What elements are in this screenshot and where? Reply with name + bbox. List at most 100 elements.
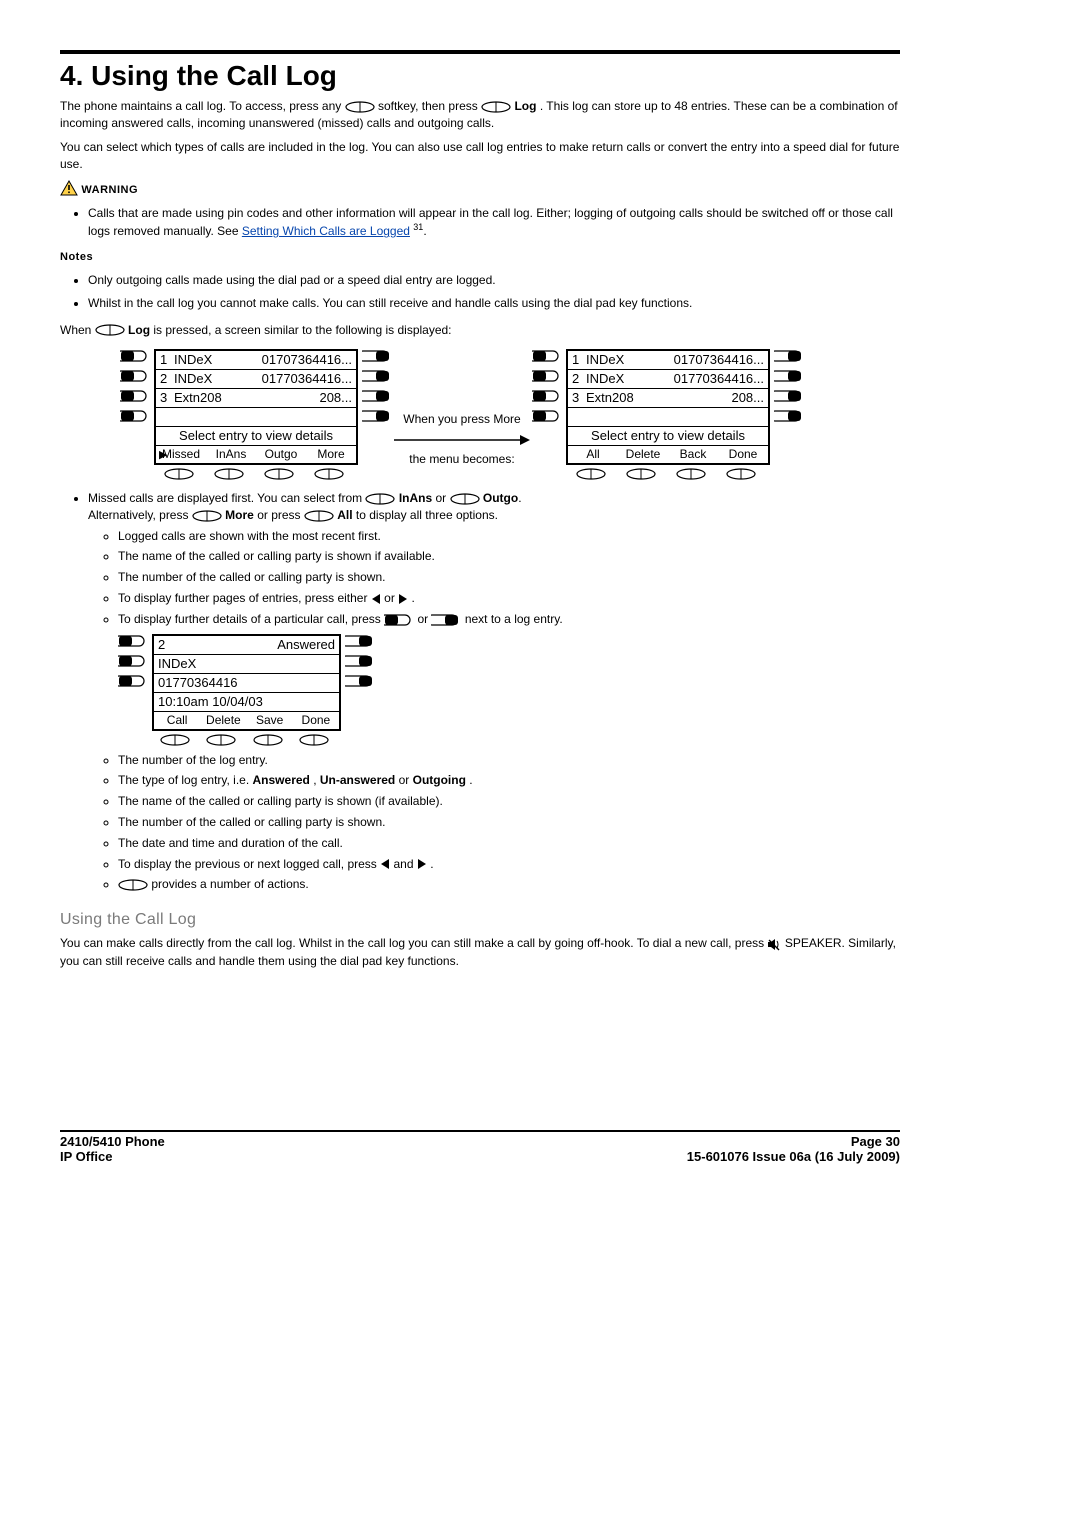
- notes-label: Notes: [60, 250, 900, 266]
- text: To display the previous or next logged c…: [118, 857, 380, 871]
- text: Un-answered: [320, 773, 395, 787]
- footer-left-2: IP Office: [60, 1149, 165, 1164]
- line-key-icon: [362, 410, 392, 422]
- page-ref: 31: [413, 222, 423, 232]
- speaker-icon: [767, 938, 781, 951]
- note-item: Whilst in the call log you cannot make c…: [88, 295, 900, 312]
- line-key-icon: [532, 350, 562, 362]
- row-number: 208...: [222, 390, 352, 406]
- right-arrow-icon: [417, 858, 427, 870]
- phone-screen-b: 1INDeX01707364416... 2INDeX01770364416..…: [566, 349, 770, 465]
- row-number: 01707364416...: [624, 352, 764, 368]
- line-key-icon: [120, 370, 150, 382]
- phone-screen-a: 1INDeX01707364416... 2INDeX01770364416..…: [154, 349, 358, 465]
- line-key-icon: [774, 410, 804, 422]
- footer-right-1: Page 30: [687, 1134, 900, 1149]
- line-key-icon: [532, 410, 562, 422]
- text: To display further details of a particul…: [118, 612, 384, 626]
- link-setting-which-calls[interactable]: Setting Which Calls are Logged: [242, 224, 410, 238]
- line-key-icon: [118, 675, 148, 687]
- line-key-icon: [118, 655, 148, 667]
- text: ,: [313, 773, 320, 787]
- softkey-label: Delete: [618, 446, 668, 463]
- list-item: The name of the called or calling party …: [118, 793, 900, 810]
- softkey-label: Done: [718, 446, 768, 463]
- heading-rule: [60, 50, 900, 54]
- list-item: Missed calls are displayed first. You ca…: [88, 490, 900, 893]
- row-number: 01770364416...: [212, 371, 352, 387]
- row-number: 01770364416...: [624, 371, 764, 387]
- text: .: [430, 857, 433, 871]
- text: is pressed, a screen similar to the foll…: [153, 323, 451, 337]
- warning-icon: [60, 180, 78, 196]
- row-name: Extn208: [174, 390, 222, 406]
- text: .: [518, 491, 521, 505]
- row-name: INDeX: [586, 371, 624, 387]
- softkey-label: More: [306, 446, 356, 463]
- list-item: To display further pages of entries, pre…: [118, 590, 900, 607]
- row-num: 1: [572, 352, 586, 368]
- text: .: [412, 591, 415, 605]
- softkey-icon: [211, 468, 247, 480]
- row-num: 3: [160, 390, 174, 406]
- softkey-label: Delete: [200, 712, 246, 729]
- line-key-icon: [384, 614, 414, 626]
- softkey-icon: [304, 510, 334, 522]
- list-item: The number of the called or calling part…: [118, 569, 900, 586]
- left-arrow-icon: [371, 593, 381, 605]
- line-key-icon: [774, 370, 804, 382]
- line-key-icon: [774, 390, 804, 402]
- softkey-icon: [450, 493, 480, 505]
- text: .: [469, 773, 472, 787]
- softkey-icon: [157, 734, 193, 746]
- subheading: Using the Call Log: [60, 911, 900, 929]
- text: or: [417, 612, 431, 626]
- line-key-icon: [774, 350, 804, 362]
- softkey-label: All: [568, 446, 618, 463]
- list-item: Logged calls are shown with the most rec…: [118, 528, 900, 545]
- row-name: Extn208: [586, 390, 634, 406]
- text: 01770364416: [158, 675, 238, 691]
- row-number: 208...: [634, 390, 764, 406]
- intro-paragraph-2: You can select which types of calls are …: [60, 139, 900, 174]
- list-item: provides a number of actions.: [118, 876, 900, 893]
- softkey-icon: [161, 468, 197, 480]
- cursor-icon: ▶: [159, 448, 167, 461]
- text: or: [384, 591, 398, 605]
- text: the menu becomes:: [392, 452, 532, 468]
- text: 10:10am 10/04/03: [158, 694, 263, 710]
- warning-header: WARNING: [60, 180, 900, 199]
- text: or press: [257, 508, 304, 522]
- list-item: The type of log entry, i.e. Answered , U…: [118, 772, 900, 789]
- line-key-icon: [118, 635, 148, 647]
- arrow-icon: [392, 432, 532, 448]
- text: Log: [128, 323, 150, 337]
- text: Outgo: [483, 491, 518, 505]
- phone-screen-c: 2Answered INDeX 01770364416 10:10am 10/0…: [152, 634, 341, 731]
- text: Answered: [253, 773, 310, 787]
- list-item: The number of the called or calling part…: [118, 814, 900, 831]
- softkey-label: Done: [293, 712, 339, 729]
- softkey-icon: [673, 468, 709, 480]
- screen-hint: Select entry to view details: [568, 427, 768, 446]
- softkey-icon: [261, 468, 297, 480]
- row-number: 01707364416...: [212, 352, 352, 368]
- footer-left-1: 2410/5410 Phone: [60, 1134, 165, 1149]
- row-name: INDeX: [174, 352, 212, 368]
- softkey-icon: [573, 468, 609, 480]
- text: InAns: [399, 491, 432, 505]
- text: You can make calls directly from the cal…: [60, 936, 767, 950]
- page-footer: 2410/5410 Phone IP Office Page 30 15-601…: [60, 1130, 900, 1164]
- text: Calls that are made using pin codes and …: [88, 206, 893, 239]
- line-key-icon: [532, 370, 562, 382]
- transition-text: When you press More the menu becomes:: [392, 362, 532, 467]
- row-num: 2: [572, 371, 586, 387]
- page-title: 4. Using the Call Log: [60, 60, 900, 92]
- line-key-icon: [431, 614, 461, 626]
- left-arrow-icon: [380, 858, 390, 870]
- row-num: 3: [572, 390, 586, 406]
- softkey-icon: [365, 493, 395, 505]
- text: and: [394, 857, 417, 871]
- softkey-icon: [118, 879, 148, 891]
- text: When: [60, 323, 95, 337]
